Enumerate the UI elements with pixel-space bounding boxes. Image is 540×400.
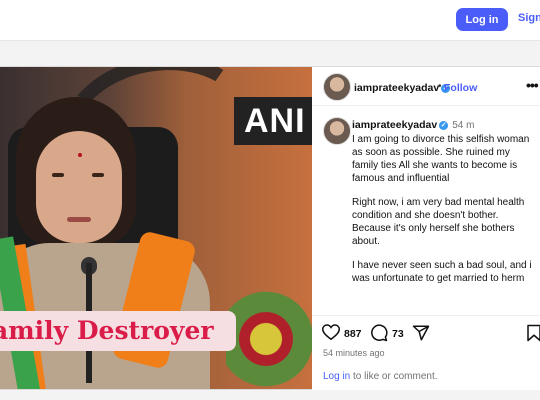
comment-username[interactable]: iamprateekyadav <box>352 119 437 131</box>
author-avatar[interactable] <box>323 73 351 101</box>
bookmark-icon[interactable] <box>526 324 540 342</box>
post-card: ANI amily Destroyer iamprateekyadav ✓ • F… <box>0 66 540 390</box>
post-timestamp: 54 minutes ago <box>323 348 385 358</box>
login-prompt: Log in to like or comment. <box>323 371 438 382</box>
comment-avatar[interactable] <box>323 117 351 145</box>
image-caption-text: amily Destroyer <box>0 316 214 345</box>
flower-bouquet <box>226 289 312 389</box>
comment-icon[interactable] <box>370 324 388 342</box>
more-options-icon[interactable]: ••• <box>526 77 539 93</box>
author-username-text[interactable]: iamprateekyadav <box>354 82 439 94</box>
image-caption-banner: amily Destroyer <box>0 311 236 351</box>
person-eye <box>52 173 64 177</box>
share-icon[interactable] <box>412 324 430 342</box>
person-face <box>36 131 122 243</box>
post-caption: I am going to divorce this selfish woman… <box>352 133 532 296</box>
post-sidebar: iamprateekyadav ✓ • Follow ••• iamprateek… <box>312 67 540 390</box>
like-count: 887 <box>344 328 362 340</box>
post-header: iamprateekyadav ✓ • Follow ••• <box>312 67 540 106</box>
caption-paragraph: Right now, i am very bad mental health c… <box>352 197 525 247</box>
author-username[interactable]: iamprateekyadav ✓ <box>354 82 451 94</box>
login-button[interactable]: Log in <box>456 8 508 31</box>
follow-button[interactable]: Follow <box>444 82 477 94</box>
caption-paragraph: I am going to divorce this selfish woman… <box>352 134 530 184</box>
heart-icon[interactable] <box>322 324 340 341</box>
bindi <box>78 153 82 157</box>
action-bar: 887 73 54 minutes ago Log in to like or … <box>312 315 540 390</box>
post-image[interactable]: ANI amily Destroyer <box>0 67 312 389</box>
person-mouth <box>67 217 91 222</box>
ani-watermark: ANI <box>234 97 312 145</box>
comment-count: 73 <box>392 328 404 340</box>
login-link[interactable]: Log in <box>323 371 350 382</box>
signup-link[interactable]: Sign <box>518 12 540 24</box>
person-eye <box>92 173 104 177</box>
top-bar: Log in Sign <box>0 0 540 41</box>
login-prompt-text: to like or comment. <box>350 371 438 382</box>
comment-header: iamprateekyadav ✓ 54 m <box>352 119 474 131</box>
caption-paragraph: I have never seen such a bad soul, and i… <box>352 260 532 284</box>
comment-time: 54 m <box>452 120 475 131</box>
verified-badge-icon: ✓ <box>439 120 449 130</box>
header-separator: • <box>438 81 442 92</box>
